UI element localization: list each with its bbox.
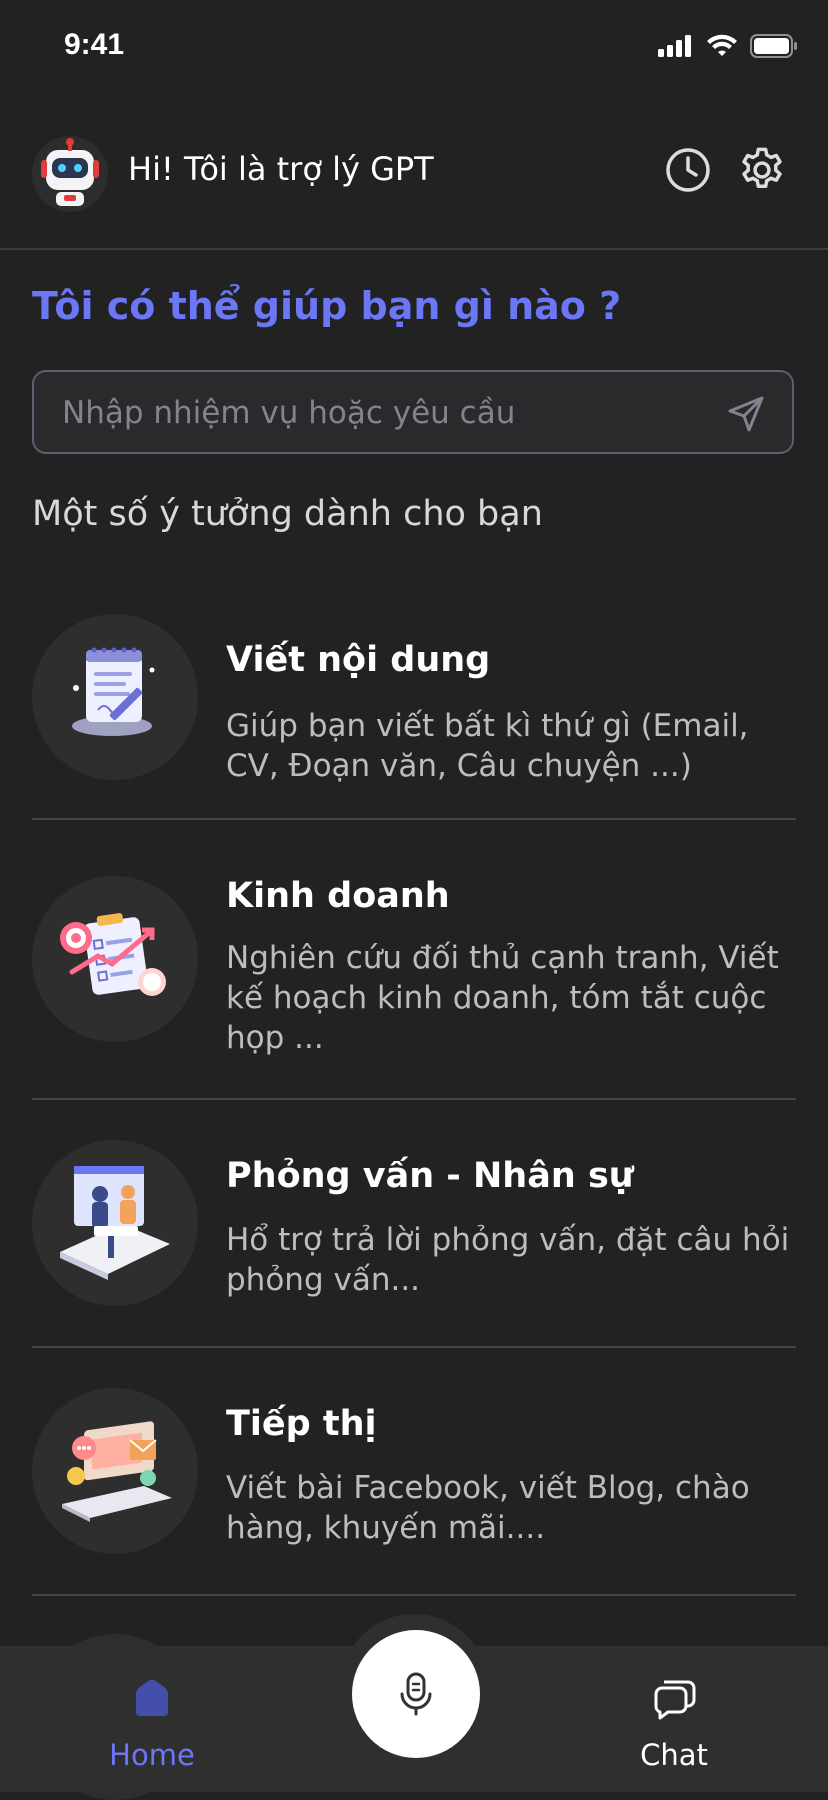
idea-description: Hổ trợ trả lời phỏng vấn, đặt câu hỏi ph… <box>226 1222 790 1298</box>
send-icon <box>728 396 764 432</box>
idea-description: Giúp bạn viết bất kì thứ gì (Email, CV, … <box>226 708 749 784</box>
idea-title: Phỏng vấn - Nhân sự <box>226 1156 634 1196</box>
idea-marketing[interactable]: Tiếp thị Viết bài Facebook, viết Blog, c… <box>32 1388 796 1558</box>
mic-button[interactable] <box>352 1630 480 1758</box>
divider <box>32 1594 796 1596</box>
avatar <box>32 136 108 212</box>
idea-title: Tiếp thị <box>226 1404 377 1444</box>
ideas-heading: Một số ý tưởng dành cho bạn <box>32 494 543 534</box>
clock-icon <box>666 148 710 192</box>
microphone-icon <box>400 1672 432 1716</box>
header-title: Hi! Tôi là trợ lý GPT <box>128 150 434 188</box>
idea-interview[interactable]: Phỏng vấn - Nhân sự Hổ trợ trả lời phỏng… <box>32 1140 796 1310</box>
prompt-heading: Tôi có thể giúp bạn gì nào ? <box>32 284 622 328</box>
nav-home[interactable]: Home <box>52 1646 252 1792</box>
gear-icon <box>742 147 782 188</box>
divider <box>32 818 796 820</box>
chat-icon <box>654 1680 696 1720</box>
home-icon <box>136 1679 168 1716</box>
divider <box>32 1098 796 1100</box>
nav-chat[interactable]: Chat <box>574 1646 774 1792</box>
nav-chat-label: Chat <box>640 1738 708 1772</box>
idea-icon-circle <box>32 876 198 1042</box>
app-header: Hi! Tôi là trợ lý GPT <box>0 118 828 250</box>
status-bar: 9:41 <box>0 0 828 96</box>
wifi-icon <box>707 34 737 56</box>
idea-icon-circle <box>32 614 198 780</box>
idea-writing[interactable]: Viết nội dung Giúp bạn viết bất kì thứ g… <box>32 614 796 784</box>
idea-description: Nghiên cứu đối thủ cạnh tranh, Viết kế h… <box>226 940 779 1056</box>
idea-description: Viết bài Facebook, viết Blog, chào hàng,… <box>226 1470 750 1546</box>
idea-icon-circle <box>32 1140 198 1306</box>
clipboard-chart-icon <box>60 913 166 996</box>
divider <box>32 1346 796 1348</box>
task-input[interactable] <box>60 372 704 454</box>
robot-avatar-icon <box>41 138 99 206</box>
notepad-pen-icon <box>72 647 155 736</box>
laptop-marketing-icon <box>62 1421 172 1522</box>
status-icons <box>658 34 798 58</box>
idea-business[interactable]: Kinh doanh Nghiên cứu đối thủ cạnh tranh… <box>32 876 796 1056</box>
signal-icon <box>658 35 691 57</box>
idea-title: Kinh doanh <box>226 876 450 916</box>
send-button[interactable] <box>726 394 766 434</box>
idea-title: Viết nội dung <box>226 640 491 680</box>
task-input-box <box>32 370 794 454</box>
history-button[interactable] <box>662 144 714 196</box>
idea-icon-circle <box>32 1388 198 1554</box>
settings-button[interactable] <box>736 144 788 196</box>
status-time: 9:41 <box>64 28 125 61</box>
interview-icon <box>60 1166 170 1280</box>
nav-home-label: Home <box>109 1738 195 1772</box>
battery-icon <box>750 34 797 58</box>
